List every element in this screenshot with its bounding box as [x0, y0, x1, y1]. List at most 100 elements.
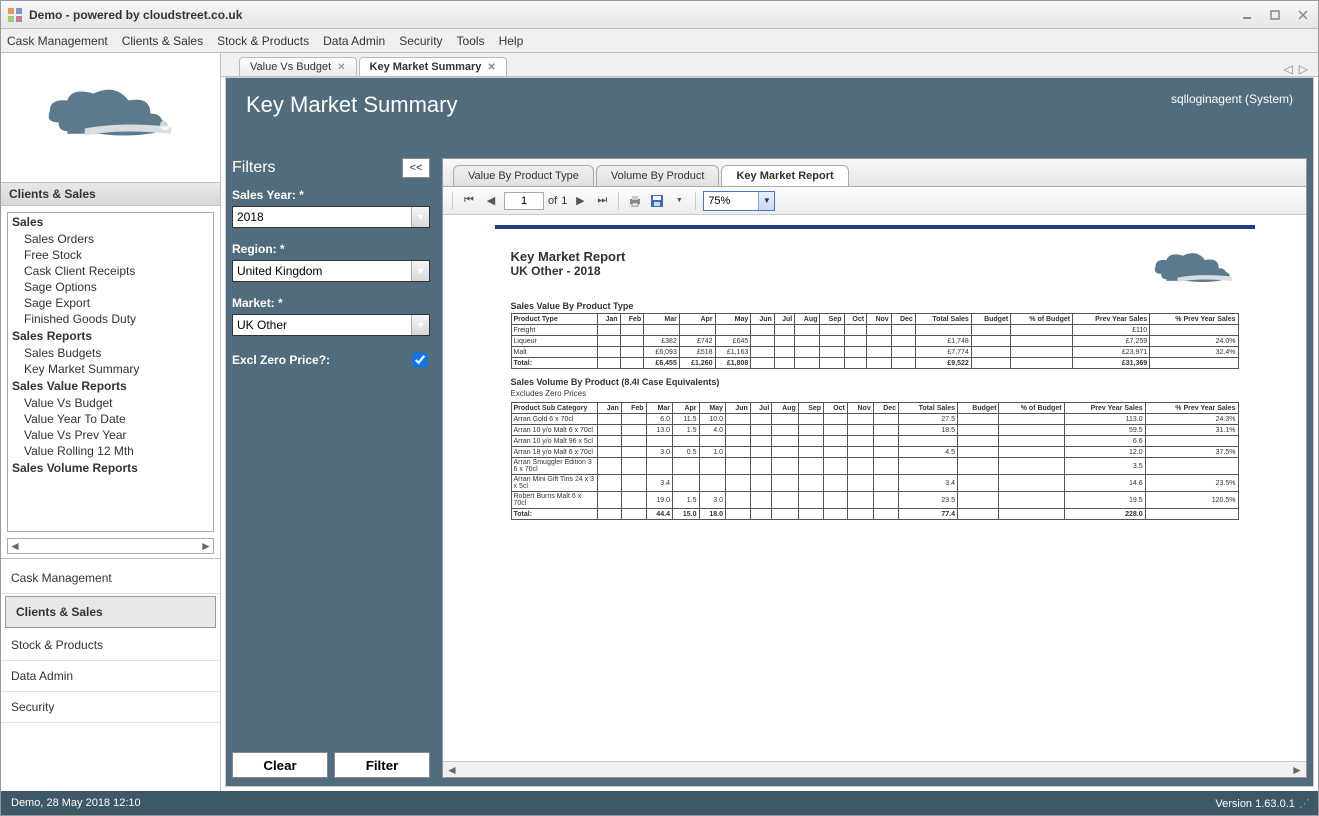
sales-year-combo[interactable]: ▼: [232, 206, 430, 228]
menu-cask-management[interactable]: Cask Management: [7, 34, 108, 48]
logo-area: [1, 53, 220, 183]
excl-zero-checkbox[interactable]: [413, 353, 427, 367]
page-header: Key Market Summary sqlloginagent (System…: [226, 78, 1313, 158]
scroll-right-icon[interactable]: ►: [1290, 763, 1304, 777]
nav-section-header: Clients & Sales: [1, 183, 220, 206]
sales-year-input[interactable]: [233, 207, 411, 227]
market-label: Market: *: [232, 296, 430, 310]
report-title: Key Market Report: [511, 249, 626, 264]
nav-item-cask-client-receipts[interactable]: Cask Client Receipts: [8, 263, 213, 279]
nav-modules: Cask Management Clients & Sales Stock & …: [1, 558, 220, 727]
nav-item-finished-goods-duty[interactable]: Finished Goods Duty: [8, 311, 213, 327]
module-stock-products[interactable]: Stock & Products: [1, 630, 220, 661]
menu-security[interactable]: Security: [399, 34, 442, 48]
nav-item-sales-budgets[interactable]: Sales Budgets: [8, 345, 213, 361]
nav-item-value-vs-prev-year[interactable]: Value Vs Prev Year: [8, 427, 213, 443]
window-title: Demo - powered by cloudstreet.co.uk: [29, 8, 1238, 22]
market-combo[interactable]: ▼: [232, 314, 430, 336]
nav-item-value-rolling-12[interactable]: Value Rolling 12 Mth: [8, 443, 213, 459]
status-left: Demo, 28 May 2018 12:10: [11, 797, 141, 809]
market-input[interactable]: [233, 315, 411, 335]
nav-item-key-market-summary[interactable]: Key Market Summary: [8, 361, 213, 377]
minimize-button[interactable]: [1238, 8, 1256, 22]
page-of-label: of: [548, 195, 557, 207]
module-security[interactable]: Security: [1, 692, 220, 723]
region-combo[interactable]: ▼: [232, 260, 430, 282]
window-titlebar: Demo - powered by cloudstreet.co.uk: [1, 1, 1318, 29]
menu-tools[interactable]: Tools: [457, 34, 485, 48]
nav-item-sage-options[interactable]: Sage Options: [8, 279, 213, 295]
subtab-value-by-product-type[interactable]: Value By Product Type: [453, 165, 594, 186]
tab-prev-icon[interactable]: ◁: [1284, 62, 1293, 76]
report-sub-tabs: Value By Product Type Volume By Product …: [443, 159, 1306, 187]
nav-tree-hscroll[interactable]: ◄►: [7, 538, 214, 554]
resize-grip-icon[interactable]: ⋰: [1298, 798, 1308, 810]
current-user-label: sqlloginagent (System): [1171, 92, 1293, 106]
module-data-admin[interactable]: Data Admin: [1, 661, 220, 692]
save-icon[interactable]: [648, 192, 666, 210]
tab-close-icon[interactable]: ✕: [337, 62, 345, 73]
nav-group-sales: Sales: [8, 213, 213, 231]
subtab-key-market-report[interactable]: Key Market Report: [721, 165, 848, 186]
section-volume-title: Sales Volume By Product (8.4l Case Equiv…: [511, 377, 1239, 387]
last-page-icon[interactable]: ⏭: [593, 192, 611, 210]
volume-by-product-table: Product Sub CategoryJanFebMarAprMayJunJu…: [511, 402, 1239, 520]
chevron-down-icon[interactable]: ▼: [411, 207, 429, 227]
menu-stock-products[interactable]: Stock & Products: [217, 34, 309, 48]
zoom-combo[interactable]: ▼: [703, 191, 775, 211]
nav-group-value-reports: Sales Value Reports: [8, 377, 213, 395]
filters-title: Filters: [232, 159, 276, 177]
menu-help[interactable]: Help: [499, 34, 524, 48]
page-number-input[interactable]: [504, 192, 544, 210]
report-subtitle: UK Other - 2018: [511, 264, 626, 278]
report-viewport[interactable]: Key Market Report UK Other - 2018 Sales …: [443, 215, 1306, 761]
value-by-type-table: Product TypeJanFebMarAprMayJunJulAugSepO…: [511, 313, 1239, 369]
next-page-icon[interactable]: ▶: [571, 192, 589, 210]
close-button[interactable]: [1294, 8, 1312, 22]
scroll-left-icon[interactable]: ◄: [445, 763, 459, 777]
nav-tree[interactable]: Sales Sales Orders Free Stock Cask Clien…: [7, 212, 214, 532]
region-label: Region: *: [232, 242, 430, 256]
tab-label: Value Vs Budget: [250, 61, 331, 73]
nav-item-sales-orders[interactable]: Sales Orders: [8, 231, 213, 247]
nav-group-sales-reports: Sales Reports: [8, 327, 213, 345]
excl-zero-label: Excl Zero Price?:: [232, 353, 330, 367]
zoom-input[interactable]: [704, 192, 758, 210]
report-toolbar: ⏮ ◀ of 1 ▶ ⏭ ▼: [443, 187, 1306, 215]
report-panel: Value By Product Type Volume By Product …: [442, 158, 1307, 778]
module-clients-sales[interactable]: Clients & Sales: [5, 596, 216, 628]
chevron-down-icon[interactable]: ▼: [411, 315, 429, 335]
print-icon[interactable]: [626, 192, 644, 210]
cloud-logo-icon: [36, 83, 186, 153]
tab-next-icon[interactable]: ▷: [1299, 62, 1308, 76]
tab-value-vs-budget[interactable]: Value Vs Budget ✕: [239, 57, 357, 76]
page-title: Key Market Summary: [246, 92, 458, 118]
nav-item-value-ytd[interactable]: Value Year To Date: [8, 411, 213, 427]
menu-data-admin[interactable]: Data Admin: [323, 34, 385, 48]
nav-item-value-vs-budget[interactable]: Value Vs Budget: [8, 395, 213, 411]
cloud-logo-icon: [1149, 249, 1239, 293]
status-bar: Demo, 28 May 2018 12:10 Version 1.63.0.1…: [1, 791, 1318, 815]
clear-button[interactable]: Clear: [232, 752, 328, 778]
nav-group-volume-reports: Sales Volume Reports: [8, 459, 213, 477]
menu-clients-sales[interactable]: Clients & Sales: [122, 34, 203, 48]
report-hscroll[interactable]: ◄►: [443, 761, 1306, 777]
tab-key-market-summary[interactable]: Key Market Summary ✕: [359, 57, 507, 76]
first-page-icon[interactable]: ⏮: [460, 192, 478, 210]
status-version: Version 1.63.0.1: [1215, 798, 1295, 810]
collapse-filters-button[interactable]: <<: [402, 158, 430, 178]
nav-item-sage-export[interactable]: Sage Export: [8, 295, 213, 311]
section-value-title: Sales Value By Product Type: [511, 301, 1239, 311]
filter-button[interactable]: Filter: [334, 752, 430, 778]
app-icon: [7, 7, 23, 23]
region-input[interactable]: [233, 261, 411, 281]
save-dropdown-icon[interactable]: ▼: [670, 192, 688, 210]
chevron-down-icon[interactable]: ▼: [411, 261, 429, 281]
chevron-down-icon[interactable]: ▼: [758, 192, 774, 210]
nav-item-free-stock[interactable]: Free Stock: [8, 247, 213, 263]
tab-close-icon[interactable]: ✕: [487, 62, 495, 73]
prev-page-icon[interactable]: ◀: [482, 192, 500, 210]
maximize-button[interactable]: [1266, 8, 1284, 22]
subtab-volume-by-product[interactable]: Volume By Product: [596, 165, 720, 186]
module-cask-management[interactable]: Cask Management: [1, 563, 220, 594]
